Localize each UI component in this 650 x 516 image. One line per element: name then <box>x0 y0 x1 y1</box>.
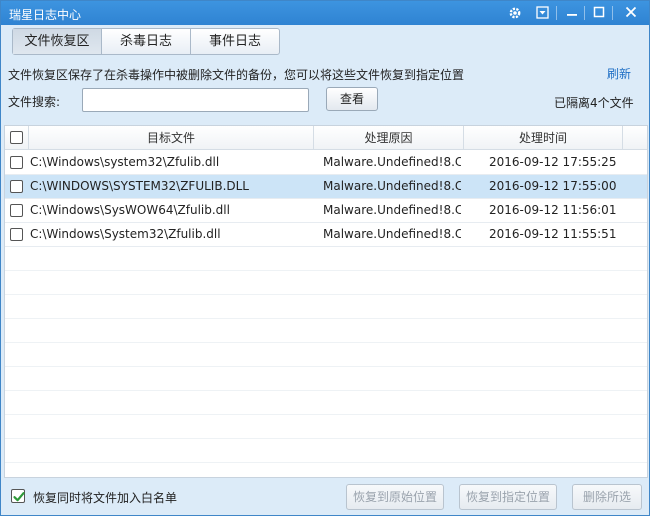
tab-file-recovery[interactable]: 文件恢复区 <box>13 29 102 54</box>
empty-row <box>5 343 647 367</box>
title-separator <box>612 6 613 20</box>
quarantine-table: 目标文件 处理原因 处理时间 C:\Windows\system32\Zfuli… <box>4 125 648 478</box>
title-separator <box>584 6 585 20</box>
empty-row <box>5 295 647 319</box>
search-input[interactable] <box>82 88 309 112</box>
row-checkbox[interactable] <box>10 180 23 193</box>
view-button[interactable]: 查看 <box>326 87 378 111</box>
row-file-path: C:\Windows\SysWOW64\Zfulib.dll <box>30 203 230 217</box>
table-row[interactable]: C:\Windows\system32\Zfulib.dll Malware.U… <box>5 151 647 175</box>
close-icon[interactable] <box>622 4 640 21</box>
row-time: 2016-09-12 17:55:00 <box>489 179 617 193</box>
row-time: 2016-09-12 17:55:25 <box>489 155 617 169</box>
row-reason: Malware.Undefined!8.C <box>323 227 461 241</box>
row-checkbox[interactable] <box>10 228 23 241</box>
table-body: C:\Windows\system32\Zfulib.dll Malware.U… <box>5 151 647 477</box>
empty-row <box>5 319 647 343</box>
row-file-path: C:\Windows\System32\Zfulib.dll <box>30 227 221 241</box>
row-checkbox[interactable] <box>10 204 23 217</box>
refresh-link[interactable]: 刷新 <box>607 65 631 82</box>
row-file-path: C:\Windows\system32\Zfulib.dll <box>30 155 220 169</box>
row-time: 2016-09-12 11:55:51 <box>489 227 617 241</box>
empty-row <box>5 247 647 271</box>
row-reason: Malware.Undefined!8.C <box>323 203 461 217</box>
row-reason: Malware.Undefined!8.C <box>323 179 461 193</box>
tab-event-log[interactable]: 事件日志 <box>191 29 279 54</box>
skin-icon[interactable] <box>533 4 551 21</box>
tab-scan-log[interactable]: 杀毒日志 <box>102 29 191 54</box>
row-time: 2016-09-12 11:56:01 <box>489 203 617 217</box>
whitelist-checkbox[interactable] <box>11 489 25 503</box>
header-time[interactable]: 处理时间 <box>464 126 623 150</box>
header-target-file[interactable]: 目标文件 <box>29 126 314 150</box>
row-checkbox[interactable] <box>10 156 23 169</box>
table-header: 目标文件 处理原因 处理时间 <box>5 126 647 150</box>
row-file-path: C:\WINDOWS\SYSTEM32\ZFULIB.DLL <box>30 179 249 193</box>
gear-icon[interactable] <box>506 4 524 21</box>
empty-row <box>5 463 647 477</box>
empty-row <box>5 415 647 439</box>
minimize-icon[interactable] <box>563 4 581 21</box>
quarantine-count: 已隔离4个文件 <box>554 96 634 110</box>
restore-custom-button[interactable]: 恢复到指定位置 <box>459 484 557 510</box>
table-row[interactable]: C:\WINDOWS\SYSTEM32\ZFULIB.DLL Malware.U… <box>5 175 647 199</box>
empty-row <box>5 391 647 415</box>
empty-row <box>5 271 647 295</box>
window-title: 瑞星日志中心 <box>9 8 82 22</box>
select-all-checkbox[interactable] <box>10 131 23 144</box>
title-separator <box>556 6 557 20</box>
table-row[interactable]: C:\Windows\System32\Zfulib.dll Malware.U… <box>5 223 647 247</box>
tab-bar: 文件恢复区 杀毒日志 事件日志 <box>12 28 280 55</box>
title-bar[interactable]: 瑞星日志中心 <box>1 1 649 25</box>
table-row[interactable]: C:\Windows\SysWOW64\Zfulib.dll Malware.U… <box>5 199 647 223</box>
recovery-description: 文件恢复区保存了在杀毒操作中被删除文件的备份，您可以将这些文件恢复到指定位置 <box>8 68 465 82</box>
header-reason[interactable]: 处理原因 <box>314 126 464 150</box>
empty-row <box>5 367 647 391</box>
restore-original-button[interactable]: 恢复到原始位置 <box>346 484 444 510</box>
row-reason: Malware.Undefined!8.C <box>323 155 461 169</box>
search-label: 文件搜索: <box>8 95 61 109</box>
whitelist-label[interactable]: 恢复同时将文件加入白名单 <box>33 489 177 506</box>
delete-selected-button[interactable]: 删除所选 <box>572 484 642 510</box>
maximize-icon[interactable] <box>590 4 608 21</box>
header-check-cell <box>5 126 29 150</box>
checkmark-icon <box>13 492 25 502</box>
header-filler <box>623 126 647 150</box>
empty-row <box>5 439 647 463</box>
log-center-window: 瑞星日志中心 文件恢复区 杀毒日志 事件日志 文件恢复区保存了在杀毒操作中被删除… <box>0 0 650 516</box>
